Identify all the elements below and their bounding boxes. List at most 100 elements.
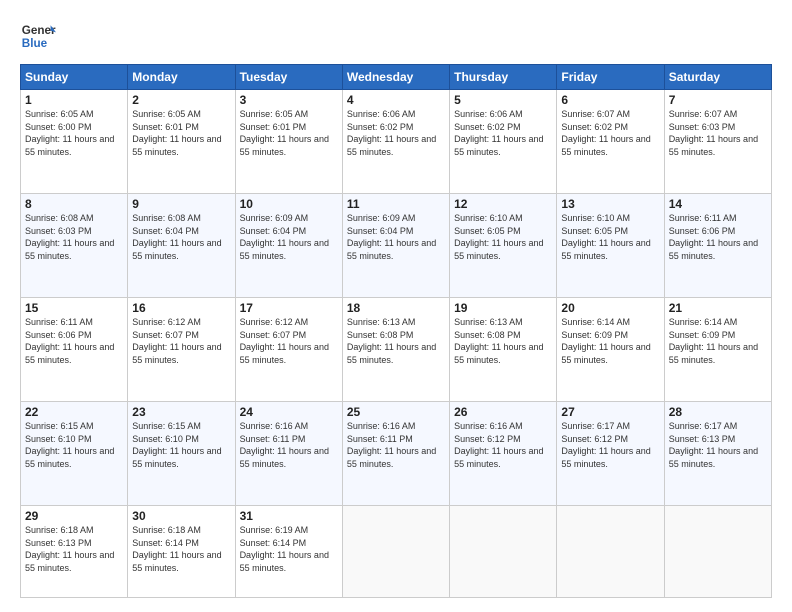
calendar-cell: 5Sunrise: 6:06 AMSunset: 6:02 PMDaylight… (450, 90, 557, 194)
calendar-cell: 30Sunrise: 6:18 AMSunset: 6:14 PMDayligh… (128, 506, 235, 598)
day-number: 23 (132, 405, 230, 419)
calendar-cell: 27Sunrise: 6:17 AMSunset: 6:12 PMDayligh… (557, 402, 664, 506)
day-info: Sunrise: 6:05 AMSunset: 6:01 PMDaylight:… (240, 109, 329, 157)
day-info: Sunrise: 6:07 AMSunset: 6:03 PMDaylight:… (669, 109, 758, 157)
day-number: 16 (132, 301, 230, 315)
day-info: Sunrise: 6:08 AMSunset: 6:03 PMDaylight:… (25, 213, 114, 261)
column-header-thursday: Thursday (450, 65, 557, 90)
column-header-tuesday: Tuesday (235, 65, 342, 90)
column-header-saturday: Saturday (664, 65, 771, 90)
logo: General Blue (20, 18, 60, 54)
day-number: 13 (561, 197, 659, 211)
day-info: Sunrise: 6:07 AMSunset: 6:02 PMDaylight:… (561, 109, 650, 157)
calendar-cell (450, 506, 557, 598)
calendar-cell: 23 Sunrise: 6:15 AMSunset: 6:10 PMDayligh… (128, 402, 235, 506)
calendar-body: 1 Sunrise: 6:05 AMSunset: 6:00 PMDaylight… (21, 90, 772, 598)
day-number: 30 (132, 509, 230, 523)
day-info: Sunrise: 6:16 AMSunset: 6:11 PMDaylight:… (240, 421, 329, 469)
logo-svg: General Blue (20, 18, 56, 54)
column-header-friday: Friday (557, 65, 664, 90)
calendar-cell: 9 Sunrise: 6:08 AMSunset: 6:04 PMDaylight… (128, 194, 235, 298)
day-number: 14 (669, 197, 767, 211)
day-number: 4 (347, 93, 445, 107)
calendar-cell: 17Sunrise: 6:12 AMSunset: 6:07 PMDayligh… (235, 298, 342, 402)
day-info: Sunrise: 6:13 AMSunset: 6:08 PMDaylight:… (454, 317, 543, 365)
day-info: Sunrise: 6:10 AMSunset: 6:05 PMDaylight:… (561, 213, 650, 261)
calendar-cell: 21Sunrise: 6:14 AMSunset: 6:09 PMDayligh… (664, 298, 771, 402)
page: General Blue SundayMondayTuesdayWednesda… (0, 0, 792, 612)
calendar-week-row: 15Sunrise: 6:11 AMSunset: 6:06 PMDayligh… (21, 298, 772, 402)
calendar-cell: 20 Sunrise: 6:14 AMSunset: 6:09 PMDayligh… (557, 298, 664, 402)
day-info: Sunrise: 6:14 AMSunset: 6:09 PMDaylight:… (561, 317, 650, 365)
column-header-monday: Monday (128, 65, 235, 90)
day-info: Sunrise: 6:17 AMSunset: 6:13 PMDaylight:… (669, 421, 758, 469)
day-info: Sunrise: 6:14 AMSunset: 6:09 PMDaylight:… (669, 317, 758, 365)
day-info: Sunrise: 6:06 AMSunset: 6:02 PMDaylight:… (347, 109, 436, 157)
day-number: 11 (347, 197, 445, 211)
calendar-week-row: 8 Sunrise: 6:08 AMSunset: 6:03 PMDaylight… (21, 194, 772, 298)
day-number: 20 (561, 301, 659, 315)
day-info: Sunrise: 6:09 AMSunset: 6:04 PMDaylight:… (240, 213, 329, 261)
calendar-cell: 22 Sunrise: 6:15 AMSunset: 6:10 PMDayligh… (21, 402, 128, 506)
column-header-wednesday: Wednesday (342, 65, 449, 90)
calendar-cell: 28 Sunrise: 6:17 AMSunset: 6:13 PMDayligh… (664, 402, 771, 506)
day-info: Sunrise: 6:12 AMSunset: 6:07 PMDaylight:… (240, 317, 329, 365)
day-number: 9 (132, 197, 230, 211)
day-info: Sunrise: 6:18 AMSunset: 6:13 PMDaylight:… (25, 525, 114, 573)
calendar-cell: 11 Sunrise: 6:09 AMSunset: 6:04 PMDayligh… (342, 194, 449, 298)
calendar-cell (664, 506, 771, 598)
day-number: 19 (454, 301, 552, 315)
day-info: Sunrise: 6:16 AMSunset: 6:12 PMDaylight:… (454, 421, 543, 469)
day-info: Sunrise: 6:05 AMSunset: 6:01 PMDaylight:… (132, 109, 221, 157)
day-number: 3 (240, 93, 338, 107)
calendar-week-row: 29 Sunrise: 6:18 AMSunset: 6:13 PMDayligh… (21, 506, 772, 598)
calendar-table: SundayMondayTuesdayWednesdayThursdayFrid… (20, 64, 772, 598)
day-number: 1 (25, 93, 123, 107)
column-header-sunday: Sunday (21, 65, 128, 90)
day-number: 18 (347, 301, 445, 315)
calendar-cell: 4 Sunrise: 6:06 AMSunset: 6:02 PMDaylight… (342, 90, 449, 194)
calendar-cell: 3 Sunrise: 6:05 AMSunset: 6:01 PMDaylight… (235, 90, 342, 194)
day-number: 10 (240, 197, 338, 211)
day-number: 22 (25, 405, 123, 419)
day-number: 12 (454, 197, 552, 211)
calendar-cell: 26 Sunrise: 6:16 AMSunset: 6:12 PMDayligh… (450, 402, 557, 506)
calendar-cell: 18 Sunrise: 6:13 AMSunset: 6:08 PMDayligh… (342, 298, 449, 402)
day-info: Sunrise: 6:09 AMSunset: 6:04 PMDaylight:… (347, 213, 436, 261)
header: General Blue (20, 18, 772, 54)
calendar-cell: 7 Sunrise: 6:07 AMSunset: 6:03 PMDaylight… (664, 90, 771, 194)
day-info: Sunrise: 6:15 AMSunset: 6:10 PMDaylight:… (25, 421, 114, 469)
day-number: 6 (561, 93, 659, 107)
calendar-cell (342, 506, 449, 598)
calendar-cell: 31Sunrise: 6:19 AMSunset: 6:14 PMDayligh… (235, 506, 342, 598)
day-number: 24 (240, 405, 338, 419)
calendar-header-row: SundayMondayTuesdayWednesdayThursdayFrid… (21, 65, 772, 90)
day-number: 25 (347, 405, 445, 419)
calendar-cell: 19 Sunrise: 6:13 AMSunset: 6:08 PMDayligh… (450, 298, 557, 402)
day-number: 29 (25, 509, 123, 523)
calendar-cell: 8 Sunrise: 6:08 AMSunset: 6:03 PMDaylight… (21, 194, 128, 298)
calendar-cell: 24 Sunrise: 6:16 AMSunset: 6:11 PMDayligh… (235, 402, 342, 506)
calendar-cell: 16 Sunrise: 6:12 AMSunset: 6:07 PMDayligh… (128, 298, 235, 402)
day-info: Sunrise: 6:05 AMSunset: 6:00 PMDaylight:… (25, 109, 114, 157)
day-info: Sunrise: 6:06 AMSunset: 6:02 PMDaylight:… (454, 109, 543, 157)
day-info: Sunrise: 6:12 AMSunset: 6:07 PMDaylight:… (132, 317, 221, 365)
day-number: 26 (454, 405, 552, 419)
day-info: Sunrise: 6:08 AMSunset: 6:04 PMDaylight:… (132, 213, 221, 261)
day-number: 31 (240, 509, 338, 523)
day-number: 8 (25, 197, 123, 211)
calendar-cell: 13 Sunrise: 6:10 AMSunset: 6:05 PMDayligh… (557, 194, 664, 298)
day-number: 2 (132, 93, 230, 107)
day-info: Sunrise: 6:13 AMSunset: 6:08 PMDaylight:… (347, 317, 436, 365)
day-info: Sunrise: 6:11 AMSunset: 6:06 PMDaylight:… (25, 317, 114, 365)
calendar-cell: 6 Sunrise: 6:07 AMSunset: 6:02 PMDaylight… (557, 90, 664, 194)
day-number: 7 (669, 93, 767, 107)
day-info: Sunrise: 6:16 AMSunset: 6:11 PMDaylight:… (347, 421, 436, 469)
svg-text:Blue: Blue (22, 37, 48, 50)
calendar-week-row: 22 Sunrise: 6:15 AMSunset: 6:10 PMDayligh… (21, 402, 772, 506)
calendar-cell: 14Sunrise: 6:11 AMSunset: 6:06 PMDayligh… (664, 194, 771, 298)
calendar-cell: 25 Sunrise: 6:16 AMSunset: 6:11 PMDayligh… (342, 402, 449, 506)
day-number: 28 (669, 405, 767, 419)
calendar-cell (557, 506, 664, 598)
day-info: Sunrise: 6:15 AMSunset: 6:10 PMDaylight:… (132, 421, 221, 469)
